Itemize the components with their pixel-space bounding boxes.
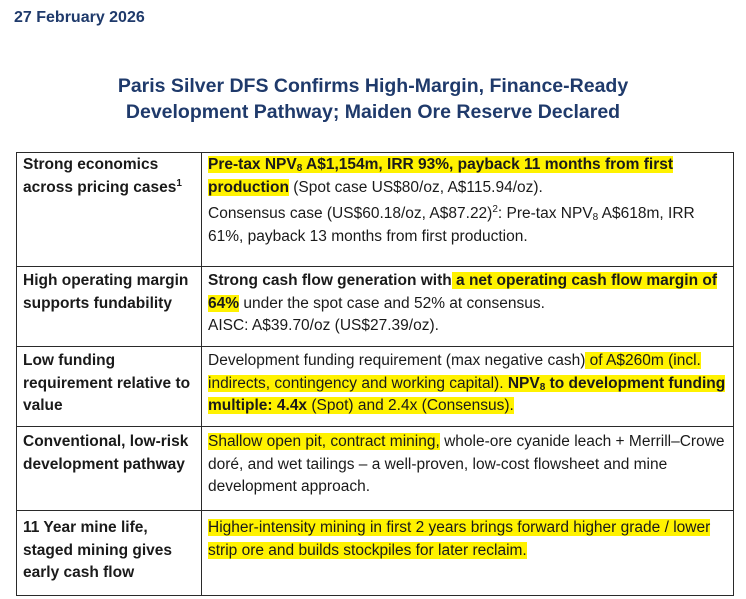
release-date: 27 February 2026 (14, 9, 145, 26)
row-label: 11 Year mine life, staged mining gives e… (16, 510, 202, 596)
highlights-table: Strong economics across pricing cases1 P… (16, 152, 734, 596)
economics-spot: Pre-tax NPV8 A$1,154m, IRR 93%, payback … (208, 154, 727, 199)
table-row: 11 Year mine life, staged mining gives e… (16, 510, 734, 596)
margin-text: Strong cash flow generation with a net o… (208, 270, 727, 315)
row-label: Conventional, low-risk development pathw… (16, 426, 202, 511)
funding-text: Development funding requirement (max neg… (208, 352, 586, 369)
table-row: Strong economics across pricing cases1 P… (16, 152, 734, 267)
row-content: Higher-intensity mining in first 2 years… (201, 510, 734, 596)
table-row: Low funding requirement relative to valu… (16, 346, 734, 427)
title-line-1: Paris Silver DFS Confirms High-Margin, F… (117, 75, 629, 97)
table-row: Conventional, low-risk development pathw… (16, 426, 734, 511)
multiple-cases: (Spot) and 2.4x (Consensus). (307, 397, 514, 415)
consensus-prices: Consensus case (US$60.18/oz, A$87.22) (208, 205, 493, 223)
title-line-2: Development Pathway; Maiden Ore Reserve … (125, 101, 621, 123)
cash-flow-text: Strong cash flow generation with (208, 272, 452, 289)
highlight-text: Shallow open pit, contract mining, (208, 433, 440, 450)
row-label: Strong economics across pricing cases1 (16, 152, 202, 267)
highlight-text: Higher-intensity mining in first 2 years… (208, 519, 711, 559)
row-label: Low funding requirement relative to valu… (16, 346, 202, 427)
row-content: Pre-tax NPV8 A$1,154m, IRR 93%, payback … (201, 152, 734, 267)
economics-consensus: Consensus case (US$60.18/oz, A$87.22)2: … (208, 203, 727, 248)
page-title: Paris Silver DFS Confirms High-Margin, F… (0, 73, 746, 125)
row-content: Development funding requirement (max neg… (201, 346, 734, 427)
aisc-text: AISC: A$39.70/oz (US$27.39/oz). (208, 317, 439, 335)
npv-label: Pre-tax NPV (208, 156, 297, 173)
consensus-margin: under the spot case and 52% at consensus… (239, 294, 545, 312)
footnote-marker: 1 (176, 177, 182, 189)
row-content: Strong cash flow generation with a net o… (201, 266, 734, 347)
npv-label: NPV (503, 374, 540, 392)
consensus-npv-label: : Pre-tax NPV (497, 205, 593, 223)
table-row: High operating margin supports fundabili… (16, 266, 734, 347)
row-label-text: Strong economics across pricing cases (23, 156, 177, 196)
spot-prices: (Spot case US$80/oz, A$115.94/oz). (288, 178, 543, 196)
row-label: High operating margin supports fundabili… (16, 266, 202, 347)
row-content: Shallow open pit, contract mining, whole… (201, 426, 734, 511)
